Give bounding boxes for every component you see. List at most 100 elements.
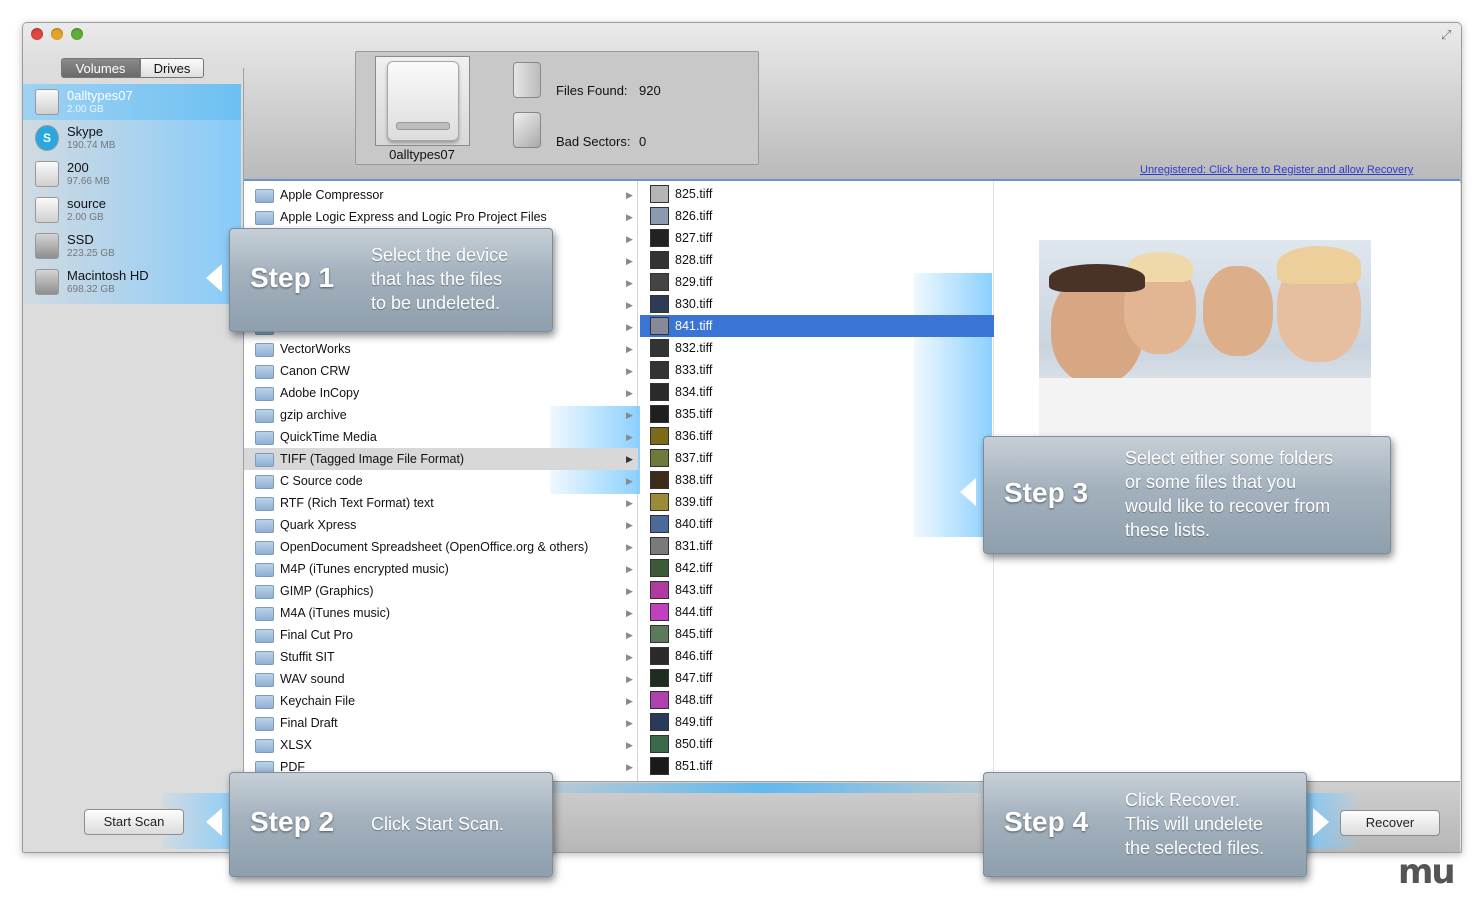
folder-row[interactable]: VectorWorks ▶ — [244, 338, 638, 360]
file-row[interactable]: 840.tiff — [640, 513, 990, 535]
file-row[interactable]: 828.tiff — [640, 249, 990, 271]
file-row[interactable]: 848.tiff — [640, 689, 990, 711]
file-row[interactable]: 847.tiff — [640, 667, 990, 689]
folder-icon — [255, 189, 274, 203]
folder-icon — [255, 387, 274, 401]
image-thumbnail-icon — [650, 713, 669, 731]
image-thumbnail-icon — [650, 207, 669, 225]
fullscreen-icon[interactable]: ⤢ — [1441, 27, 1451, 43]
step3-label: Step 3 — [1004, 477, 1089, 508]
drive-icon — [35, 89, 59, 115]
file-row[interactable]: 832.tiff — [640, 337, 990, 359]
file-row[interactable]: 826.tiff — [640, 205, 990, 227]
folder-label: WAV sound — [280, 672, 345, 686]
disclosure-arrow-icon: ▶ — [626, 740, 633, 750]
image-thumbnail-icon — [650, 405, 669, 423]
file-row[interactable]: 841.tiff — [640, 315, 994, 337]
file-row[interactable]: 846.tiff — [640, 645, 990, 667]
folder-row[interactable]: GIMP (Graphics) ▶ — [244, 580, 638, 602]
file-row[interactable]: 836.tiff — [640, 425, 990, 447]
file-row[interactable]: 851.tiff — [640, 755, 990, 777]
disclosure-arrow-icon: ▶ — [626, 454, 633, 464]
folder-row[interactable]: Final Draft ▶ — [244, 712, 638, 734]
file-row[interactable]: 850.tiff — [640, 733, 990, 755]
file-label: 843.tiff — [675, 583, 713, 597]
step2-callout: Step 2 Click Start Scan. — [229, 772, 553, 877]
file-row[interactable]: 837.tiff — [640, 447, 990, 469]
file-row[interactable]: 838.tiff — [640, 469, 990, 491]
folder-row[interactable]: M4A (iTunes music) ▶ — [244, 602, 638, 624]
folder-label: XLSX — [280, 738, 312, 752]
volume-item[interactable]: source 2.00 GB — [23, 192, 241, 228]
file-row[interactable]: 831.tiff — [640, 535, 990, 557]
file-row[interactable]: 829.tiff — [640, 271, 990, 293]
file-row[interactable]: 827.tiff — [640, 227, 990, 249]
disclosure-arrow-icon: ▶ — [626, 234, 633, 244]
volume-size: 698.32 GB — [67, 284, 115, 295]
folder-row[interactable]: WAV sound ▶ — [244, 668, 638, 690]
folder-label: Canon CRW — [280, 364, 350, 378]
file-row[interactable]: 842.tiff — [640, 557, 990, 579]
disclosure-arrow-icon: ▶ — [626, 388, 633, 398]
image-thumbnail-icon — [650, 273, 669, 291]
folder-row[interactable]: Final Cut Pro ▶ — [244, 624, 638, 646]
folder-row[interactable]: M4P (iTunes encrypted music) ▶ — [244, 558, 638, 580]
folder-row[interactable]: Keychain File ▶ — [244, 690, 638, 712]
folder-label: M4P (iTunes encrypted music) — [280, 562, 449, 576]
folder-row[interactable]: Quark Xpress ▶ — [244, 514, 638, 536]
file-row[interactable]: 830.tiff — [640, 293, 990, 315]
file-row[interactable]: 843.tiff — [640, 579, 990, 601]
close-button[interactable] — [31, 28, 43, 40]
folder-label: Keychain File — [280, 694, 356, 708]
volume-item[interactable]: S Skype 190.74 MB — [23, 120, 241, 156]
step3-pointer — [960, 478, 976, 506]
file-row[interactable]: 825.tiff — [640, 183, 990, 205]
register-link[interactable]: Unregistered: Click here to Register and… — [1140, 164, 1413, 176]
file-row[interactable]: 834.tiff — [640, 381, 990, 403]
file-label: 849.tiff — [675, 715, 713, 729]
file-row[interactable]: 835.tiff — [640, 403, 990, 425]
file-label: 844.tiff — [675, 605, 713, 619]
zoom-button[interactable] — [71, 28, 83, 40]
folder-row[interactable]: TIFF (Tagged Image File Format) ▶ — [244, 448, 638, 470]
folder-icon — [255, 695, 274, 709]
device-name: 0alltypes07 — [389, 147, 455, 162]
volume-item[interactable]: SSD 223.25 GB — [23, 228, 241, 264]
disclosure-arrow-icon: ▶ — [626, 586, 633, 596]
disclosure-arrow-icon: ▶ — [626, 564, 633, 574]
step1-callout: Step 1 Select the device that has the fi… — [229, 228, 553, 332]
folder-row[interactable]: RTF (Rich Text Format) text ▶ — [244, 492, 638, 514]
folder-row[interactable]: Stuffit SIT ▶ — [244, 646, 638, 668]
folder-row[interactable]: QuickTime Media ▶ — [244, 426, 638, 448]
image-thumbnail-icon — [650, 515, 669, 533]
folder-row[interactable]: gzip archive ▶ — [244, 404, 638, 426]
file-row[interactable]: 845.tiff — [640, 623, 990, 645]
volume-size: 223.25 GB — [67, 248, 115, 259]
folder-row[interactable]: Canon CRW ▶ — [244, 360, 638, 382]
volume-item[interactable]: 200 97.66 MB — [23, 156, 241, 192]
folder-icon — [255, 563, 274, 577]
tab-volumes[interactable]: Volumes — [61, 58, 140, 78]
volume-name: Macintosh HD — [67, 268, 149, 283]
drive-icon — [35, 161, 59, 187]
folder-row[interactable]: OpenDocument Spreadsheet (OpenOffice.org… — [244, 536, 638, 558]
tab-drives[interactable]: Drives — [140, 58, 204, 78]
volume-item[interactable]: 0alltypes07 2.00 GB — [23, 84, 241, 120]
folder-row[interactable]: C Source code ▶ — [244, 470, 638, 492]
image-thumbnail-icon — [650, 427, 669, 445]
folder-row[interactable]: XLSX ▶ — [244, 734, 638, 756]
file-row[interactable]: 833.tiff — [640, 359, 990, 381]
file-row[interactable]: 844.tiff — [640, 601, 990, 623]
folder-row[interactable]: Apple Logic Express and Logic Pro Projec… — [244, 206, 638, 228]
folder-icon — [255, 453, 274, 467]
folder-row[interactable]: Adobe InCopy ▶ — [244, 382, 638, 404]
file-row[interactable]: 849.tiff — [640, 711, 990, 733]
file-row[interactable]: 839.tiff — [640, 491, 990, 513]
files-found-label: Files Found: — [556, 83, 628, 98]
step4-pointer — [1313, 808, 1329, 836]
recover-button[interactable]: Recover — [1340, 810, 1440, 836]
folder-row[interactable]: Apple Compressor ▶ — [244, 184, 638, 206]
minimize-button[interactable] — [51, 28, 63, 40]
image-thumbnail-icon — [650, 493, 669, 511]
start-scan-button[interactable]: Start Scan — [84, 809, 184, 835]
